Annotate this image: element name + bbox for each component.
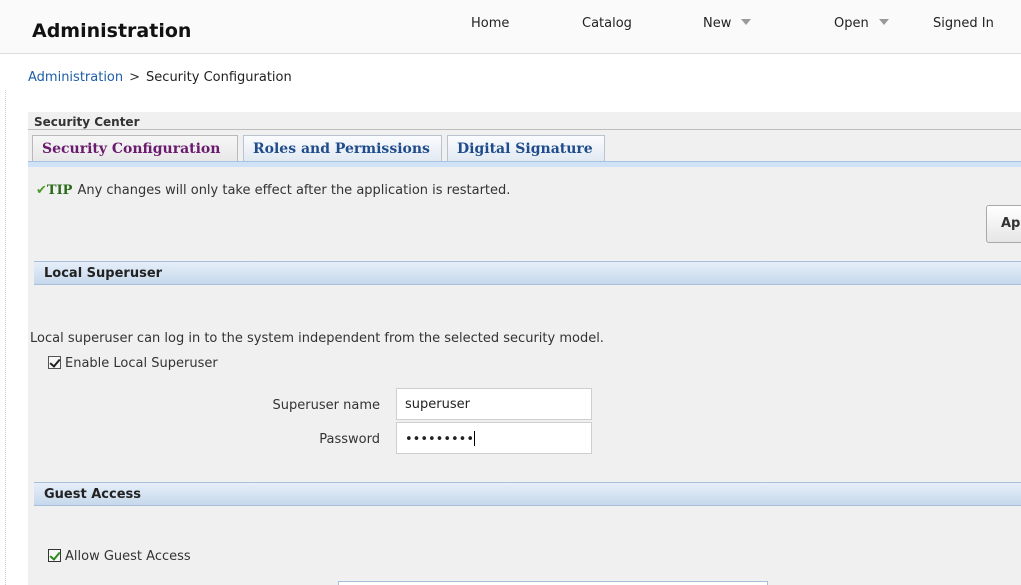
- guest-access-header: Guest Access: [34, 482, 1021, 506]
- nav-new[interactable]: New: [703, 16, 752, 31]
- password-value: •••••••••: [405, 432, 475, 447]
- app-title: Administration: [32, 20, 192, 42]
- breadcrumb-separator: >: [129, 70, 141, 85]
- tab-strip-underline: [28, 161, 1021, 167]
- breadcrumb: Administration > Security Configuration: [28, 70, 292, 85]
- breadcrumb-administration-link[interactable]: Administration: [28, 70, 123, 85]
- security-center-panel: Security Center Security Configuration R…: [28, 112, 1021, 585]
- password-label: Password: [319, 432, 380, 447]
- tip-label: TIP: [46, 183, 73, 198]
- nav-catalog[interactable]: Catalog: [582, 16, 632, 31]
- local-superuser-header: Local Superuser: [34, 261, 1021, 285]
- checkbox-checked-icon: [48, 549, 61, 562]
- allow-guest-access-label: Allow Guest Access: [65, 549, 191, 564]
- tab-security-configuration[interactable]: Security Configuration: [32, 135, 238, 161]
- breadcrumb-current: Security Configuration: [146, 70, 292, 85]
- left-divider: [0, 90, 6, 585]
- guest-account-field[interactable]: [338, 581, 768, 585]
- tab-roles-and-permissions[interactable]: Roles and Permissions: [243, 135, 442, 161]
- apply-button[interactable]: Ap: [986, 205, 1021, 243]
- security-center-title: Security Center: [34, 115, 140, 129]
- check-icon: ✔: [36, 183, 47, 198]
- superuser-name-label: Superuser name: [272, 398, 380, 413]
- nav-open-label: Open: [834, 16, 869, 31]
- top-header: Administration Home Catalog New Open Sig…: [0, 0, 1021, 54]
- enable-local-superuser-label: Enable Local Superuser: [65, 356, 218, 371]
- local-superuser-description: Local superuser can log in to the system…: [30, 331, 604, 346]
- text-cursor: [474, 431, 476, 446]
- superuser-name-input[interactable]: superuser: [396, 388, 592, 420]
- nav-new-label: New: [703, 16, 732, 31]
- tip-message: ✔TIP Any changes will only take effect af…: [36, 183, 510, 198]
- chevron-down-icon: [878, 19, 889, 25]
- allow-guest-access-checkbox[interactable]: Allow Guest Access: [48, 549, 191, 564]
- nav-home[interactable]: Home: [471, 16, 509, 31]
- checkbox-checked-icon: [48, 356, 61, 369]
- password-input[interactable]: •••••••••: [396, 422, 592, 454]
- enable-local-superuser-checkbox[interactable]: Enable Local Superuser: [48, 356, 218, 371]
- tip-text: Any changes will only take effect after …: [77, 183, 511, 198]
- nav-signed-in[interactable]: Signed In: [933, 16, 994, 31]
- nav-open[interactable]: Open: [834, 16, 889, 31]
- tab-digital-signature[interactable]: Digital Signature: [447, 135, 605, 161]
- chevron-down-icon: [741, 19, 752, 25]
- title-divider: [28, 129, 1021, 130]
